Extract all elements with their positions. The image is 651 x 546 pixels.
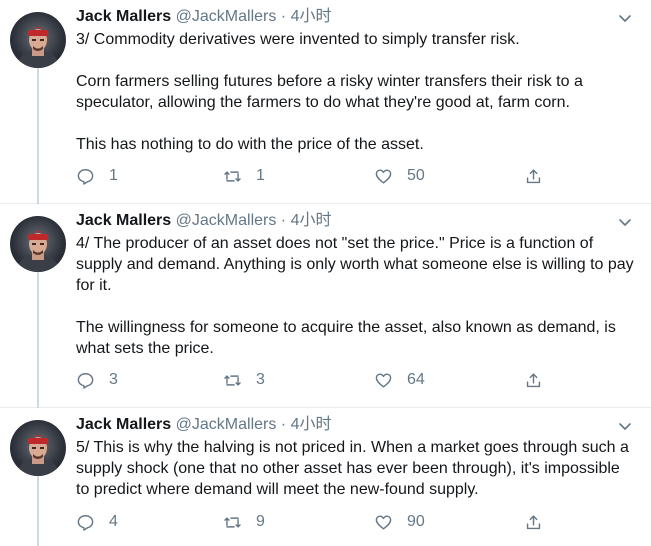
author-name[interactable]: Jack Mallers (76, 8, 171, 25)
chevron-down-icon[interactable] (617, 214, 633, 230)
like-button[interactable]: 50 (374, 164, 425, 188)
tweet[interactable]: Jack Mallers @JackMallers · 4小时 3/ Commo… (0, 0, 651, 204)
like-button[interactable]: 90 (374, 510, 425, 534)
like-button[interactable]: 64 (374, 368, 425, 392)
like-count: 90 (407, 513, 425, 530)
avatar-portrait (18, 27, 58, 68)
avatar[interactable] (10, 216, 66, 272)
tweet-paragraph: This has nothing to do with the price of… (76, 136, 424, 153)
tweet-paragraph: The willingness for someone to acquire t… (76, 319, 616, 357)
avatar[interactable] (10, 420, 66, 476)
reply-button[interactable]: 4 (76, 510, 118, 534)
share-button[interactable] (524, 368, 543, 392)
tweet-text: 5/ This is why the halving is not priced… (76, 437, 637, 500)
avatar[interactable] (10, 12, 66, 68)
share-icon (526, 514, 541, 529)
tweet-paragraph: 4/ The producer of an asset does not "se… (76, 235, 634, 294)
heart-icon (375, 514, 392, 530)
separator-dot: · (280, 212, 287, 229)
reply-count: 3 (109, 371, 118, 388)
retweet-button[interactable]: 9 (223, 510, 265, 534)
share-button[interactable] (524, 510, 543, 534)
tweet[interactable]: Jack Mallers @JackMallers · 4小时 5/ This … (0, 408, 651, 546)
like-count: 50 (407, 167, 425, 184)
share-icon (526, 168, 541, 183)
separator-dot: · (280, 416, 287, 433)
tweet-paragraph: 5/ This is why the halving is not priced… (76, 439, 629, 498)
thread-connector (37, 474, 39, 546)
retweet-icon (224, 170, 241, 182)
thread-connector (37, 270, 39, 408)
separator-dot: · (280, 8, 287, 25)
share-icon (526, 372, 541, 387)
tweet-text: 4/ The producer of an asset does not "se… (76, 233, 637, 359)
tweet-paragraph: 3/ Commodity derivatives were invented t… (76, 31, 520, 48)
retweet-count: 3 (256, 371, 265, 388)
tweet-actions: 1 1 50 (76, 164, 556, 188)
reply-count: 1 (109, 167, 118, 184)
tweet-text: 3/ Commodity derivatives were invented t… (76, 29, 637, 155)
retweet-icon (224, 374, 241, 386)
author-name[interactable]: Jack Mallers (76, 212, 171, 229)
avatar-portrait (18, 435, 58, 476)
heart-icon (375, 372, 392, 388)
retweet-button[interactable]: 3 (223, 368, 265, 392)
author-handle[interactable]: @JackMallers (176, 212, 277, 229)
timestamp[interactable]: 4小时 (291, 212, 332, 229)
reply-button[interactable]: 1 (76, 164, 118, 188)
reply-icon (77, 372, 94, 389)
tweet-actions: 3 3 64 (76, 368, 556, 392)
author-name[interactable]: Jack Mallers (76, 416, 171, 433)
retweet-count: 9 (256, 513, 265, 530)
tweet-thread: Jack Mallers @JackMallers · 4小时 3/ Commo… (0, 0, 651, 546)
tweet-paragraph: Corn farmers selling futures before a ri… (76, 73, 583, 111)
reply-button[interactable]: 3 (76, 368, 118, 392)
retweet-button[interactable]: 1 (223, 164, 265, 188)
chevron-down-icon[interactable] (617, 10, 633, 26)
share-button[interactable] (524, 164, 543, 188)
reply-count: 4 (109, 513, 118, 530)
avatar-portrait (18, 231, 58, 272)
chevron-down-icon[interactable] (617, 418, 633, 434)
author-handle[interactable]: @JackMallers (176, 8, 277, 25)
like-count: 64 (407, 371, 425, 388)
timestamp[interactable]: 4小时 (291, 8, 332, 25)
reply-icon (77, 514, 94, 531)
tweet[interactable]: Jack Mallers @JackMallers · 4小时 4/ The p… (0, 204, 651, 408)
tweet-actions: 4 9 90 (76, 510, 556, 534)
thread-connector (37, 66, 39, 204)
heart-icon (375, 168, 392, 184)
reply-icon (77, 168, 94, 185)
author-handle[interactable]: @JackMallers (176, 416, 277, 433)
retweet-icon (224, 516, 241, 528)
retweet-count: 1 (256, 167, 265, 184)
timestamp[interactable]: 4小时 (291, 416, 332, 433)
